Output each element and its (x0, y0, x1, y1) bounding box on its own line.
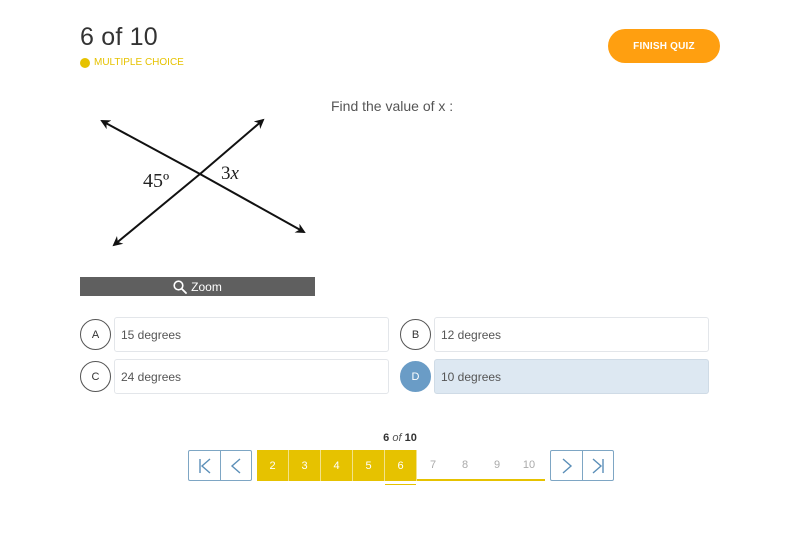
question-counter: 6 of 10 (80, 23, 158, 51)
page-button-7[interactable]: 7 (417, 450, 449, 481)
angle-label-coefficient: 3 (221, 163, 231, 184)
previous-page-button[interactable] (220, 451, 251, 480)
page-button-2[interactable]: 2 (257, 450, 289, 481)
pager-progress-label: 6 of 10 (0, 432, 800, 444)
first-page-button[interactable] (189, 451, 220, 480)
pager-forward-controls (550, 450, 614, 481)
magnifier-icon (173, 279, 188, 294)
status-dot-icon (80, 57, 90, 68)
first-page-icon (198, 457, 210, 474)
page-button-6[interactable]: 6 (385, 450, 417, 485)
question-figure: 45º 3x (80, 100, 320, 270)
angle-label-3x: 3x (221, 163, 240, 184)
line-arrow-lower-right (199, 173, 306, 233)
answer-text[interactable]: 15 degrees (114, 317, 389, 352)
page-button-5[interactable]: 5 (353, 450, 385, 481)
chevron-right-icon (562, 457, 572, 474)
finish-quiz-button[interactable]: FINISH QUIZ (608, 29, 720, 63)
answer-text[interactable]: 10 degrees (434, 359, 709, 394)
answer-option-c[interactable]: C 24 degrees (80, 359, 389, 394)
line-arrow-upper-left (100, 120, 201, 175)
next-page-button[interactable] (551, 451, 582, 480)
answer-text[interactable]: 24 degrees (114, 359, 389, 394)
answer-letter[interactable]: D (400, 361, 431, 392)
pager-total: 10 (404, 432, 417, 444)
last-page-button[interactable] (582, 451, 613, 480)
pager-back-controls (188, 450, 252, 481)
intersecting-lines-diagram: 45º 3x (100, 118, 306, 247)
answer-letter[interactable]: B (400, 319, 431, 350)
last-page-icon (592, 457, 604, 474)
answer-text[interactable]: 12 degrees (434, 317, 709, 352)
answer-option-d[interactable]: D 10 degrees (400, 359, 709, 394)
page-button-9[interactable]: 9 (481, 450, 513, 481)
question-type-label: MULTIPLE CHOICE (94, 57, 184, 68)
question-prompt: Find the value of x : (331, 98, 454, 114)
answer-option-b[interactable]: B 12 degrees (400, 317, 709, 352)
pager-of: of (392, 432, 402, 444)
pager-current: 6 (383, 432, 390, 444)
page-button-10[interactable]: 10 (513, 450, 545, 481)
page-button-4[interactable]: 4 (321, 450, 353, 481)
page-list: 2 3 4 5 6 7 8 9 10 (257, 450, 545, 485)
angle-label-45: 45º (143, 170, 169, 192)
angle-label-variable: x (230, 163, 240, 184)
page-button-3[interactable]: 3 (289, 450, 321, 481)
chevron-left-icon (230, 457, 241, 474)
page-button-8[interactable]: 8 (449, 450, 481, 481)
answer-letter[interactable]: C (80, 361, 111, 392)
question-type-badge: MULTIPLE CHOICE (80, 57, 184, 68)
answer-option-a[interactable]: A 15 degrees (80, 317, 389, 352)
answer-letter[interactable]: A (80, 319, 111, 350)
zoom-label: Zoom (191, 279, 222, 294)
zoom-button[interactable]: Zoom (80, 277, 315, 296)
